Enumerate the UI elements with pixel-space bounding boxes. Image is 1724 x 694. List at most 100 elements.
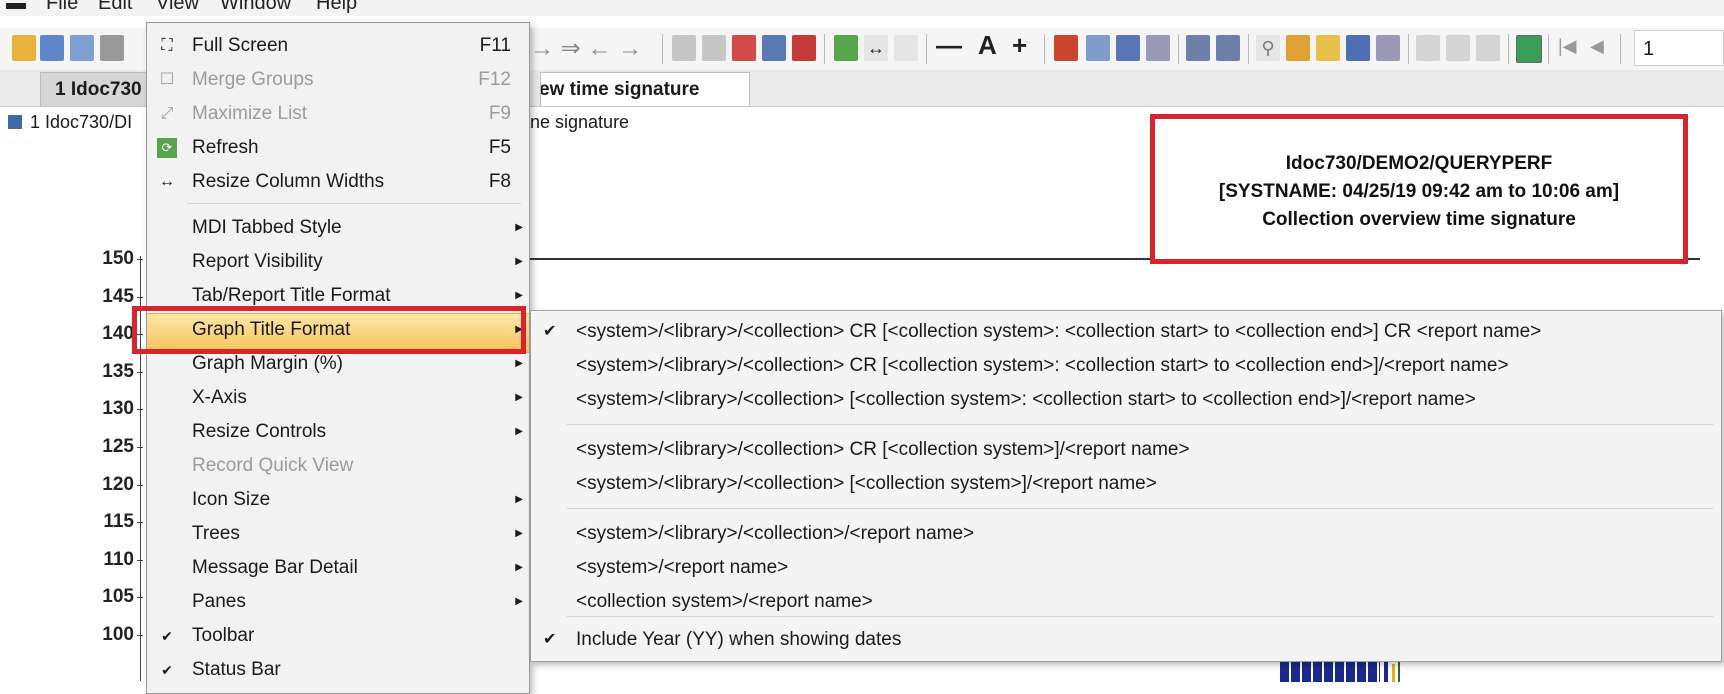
menu-item-status-bar[interactable]: ✔ Status Bar (147, 653, 529, 687)
menu-item-record-quick-view[interactable]: Record Quick View (147, 449, 529, 483)
list-icon[interactable] (1086, 35, 1110, 61)
sql-icon[interactable] (1054, 35, 1078, 61)
report-icon[interactable] (70, 35, 94, 61)
minus-icon[interactable]: — (936, 30, 962, 61)
menu-item-label: Refresh (192, 137, 259, 158)
submenu-separator (567, 424, 1713, 425)
submenu-arrow-icon: ▶ (515, 596, 523, 607)
menu-edit[interactable]: Edit (98, 0, 132, 15)
graph-title-box: Idoc730/DEMO2/QUERYPERF [SYSTNAME: 04/25… (1150, 114, 1688, 264)
menu-item-message-bar-detail[interactable]: Message Bar Detail ▶ (147, 551, 529, 585)
menu-item-panes[interactable]: Panes ▶ (147, 585, 529, 619)
menu-file[interactable]: File (46, 0, 78, 15)
submenu-item-title-format[interactable]: <collection system>/<report name> (531, 585, 1721, 619)
submenu-item-include-year[interactable]: ✔ Include Year (YY) when showing dates (531, 623, 1721, 657)
submenu-item-title-format[interactable]: <system>/<library>/<collection> CR [<col… (531, 349, 1721, 383)
submenu-item-title-format[interactable]: <system>/<library>/<collection> [<collec… (531, 467, 1721, 501)
menu-item-label: Resize Column Widths (192, 171, 385, 192)
table-rows-icon[interactable] (762, 35, 786, 61)
submenu-item-title-format[interactable]: ✔ <system>/<library>/<collection> CR [<co… (531, 315, 1721, 349)
table-icon[interactable] (672, 35, 696, 61)
submenu-arrow-icon: ▶ (515, 426, 523, 437)
maximize-icon: ⤢ (160, 105, 174, 122)
page-number-input[interactable]: 1 (1634, 30, 1724, 66)
menu-view[interactable]: View (156, 0, 199, 15)
menu-item-shortcut: F12 (478, 69, 511, 90)
menu-item-mdi-tabbed-style[interactable]: MDI Tabbed Style ▶ (147, 211, 529, 245)
submenu-arrow-icon: ▶ (515, 528, 523, 539)
font-size-icon[interactable]: A (978, 30, 997, 61)
chart-settings-icon[interactable] (1376, 35, 1400, 61)
tab-report-1-label: 1 Idoc730 (55, 79, 142, 100)
menu-item-toolbar[interactable]: ✔ Toolbar (147, 619, 529, 653)
menu-item-shortcut: F8 (488, 171, 511, 192)
clock-icon[interactable] (894, 35, 918, 61)
submenu-item-label: <system>/<library>/<collection>/<report … (576, 523, 975, 544)
refresh-toolbar-icon[interactable] (834, 35, 858, 61)
menu-window[interactable]: Window (220, 0, 291, 15)
menu-item-x-axis[interactable]: X-Axis ▶ (147, 381, 529, 415)
plus-icon[interactable]: + (1012, 30, 1027, 61)
menu-item-label: Report Visibility (192, 251, 323, 272)
menu-item-maximize-list[interactable]: ⤢ Maximize List F9 (147, 97, 529, 131)
tab-report-active[interactable]: ew time signature ✕ (540, 72, 750, 106)
chart-blue-icon[interactable] (1346, 35, 1370, 61)
scale-icon[interactable] (1476, 35, 1500, 61)
tab-report-1[interactable]: 1 Idoc730 (40, 72, 148, 106)
chart-orange-icon[interactable] (1286, 35, 1310, 61)
menu-item-merge-groups[interactable]: ☐ Merge Groups F12 (147, 63, 529, 97)
y-tick-label: 140 (102, 323, 134, 345)
bar-left-icon[interactable] (1186, 35, 1210, 61)
y-tick-label: 100 (102, 624, 134, 645)
y-tick-label: 150 (102, 248, 134, 269)
menu-item-refresh[interactable]: ⟳ Refresh F5 (147, 131, 529, 165)
fullscreen-icon: ⛶ (161, 37, 173, 54)
prev-page-icon[interactable]: ◀ (1590, 36, 1604, 57)
menu-item-icon-size[interactable]: Icon Size ▶ (147, 483, 529, 517)
table-red-icon[interactable] (792, 35, 816, 61)
chart-bars (1280, 660, 1400, 682)
tab-report-active-label: ew time signature (540, 79, 700, 100)
y-tick-label: 105 (102, 586, 134, 608)
submenu-item-title-format[interactable]: <system>/<library>/<collection>/<report … (531, 517, 1721, 551)
menu-item-resize-controls[interactable]: Resize Controls ▶ (147, 415, 529, 449)
first-page-icon[interactable]: |◀ (1558, 36, 1577, 57)
grid-icon[interactable] (1116, 35, 1140, 61)
resize-columns-icon: ↔ (159, 173, 175, 190)
tools-icon[interactable] (1446, 35, 1470, 61)
y-tick-label: 115 (103, 511, 134, 533)
table2-icon[interactable] (702, 35, 726, 61)
print-icon[interactable] (1416, 35, 1440, 61)
submenu-item-title-format[interactable]: <system>/<library>/<collection> [<collec… (531, 383, 1721, 417)
graph-title-format-submenu: ✔ <system>/<library>/<collection> CR [<co… (530, 310, 1722, 662)
y-tick-label: 130 (102, 398, 134, 420)
nav-arrows-icon[interactable]: → ⇒ ← → (530, 34, 642, 63)
menu-item-label: Icon Size (192, 489, 271, 510)
menu-item-full-screen[interactable]: ⛶ Full Screen F11 (147, 29, 529, 63)
chart-yellow-icon[interactable] (1316, 35, 1340, 61)
y-tick-label: 135 (102, 360, 134, 382)
y-tick-label: 125 (102, 436, 134, 457)
menu-item-label: Resize Controls (192, 421, 327, 442)
menu-help[interactable]: Help (316, 0, 357, 15)
menu-item-resize-column-widths[interactable]: ↔ Resize Column Widths F8 (147, 165, 529, 199)
resize-columns-toolbar-icon[interactable]: ↔ (864, 35, 888, 61)
menu-item-label: Trees (192, 523, 240, 544)
bar-right-icon[interactable] (1216, 35, 1240, 61)
settings-chart-icon[interactable] (1146, 35, 1170, 61)
menu-item-label: MDI Tabbed Style (192, 217, 342, 238)
save-icon[interactable] (40, 35, 64, 61)
submenu-item-title-format[interactable]: <system>/<report name> (531, 551, 1721, 585)
table-x-icon[interactable] (732, 35, 756, 61)
menu-item-shortcut: F5 (488, 137, 511, 158)
zoom-icon[interactable]: ⚲ (1256, 35, 1280, 61)
y-tick-label: 120 (102, 473, 134, 495)
graph-title-line2: [SYSTNAME: 04/25/19 09:42 am to 10:06 am… (1218, 181, 1620, 202)
wrench-icon[interactable] (100, 35, 124, 61)
app-icon: ▬ (6, 0, 26, 14)
menu-item-trees[interactable]: Trees ▶ (147, 517, 529, 551)
color-chart-icon[interactable] (1516, 35, 1542, 63)
menu-item-report-visibility[interactable]: Report Visibility ▶ (147, 245, 529, 279)
chart-wizard-icon[interactable] (12, 35, 36, 61)
submenu-item-title-format[interactable]: <system>/<library>/<collection> CR [<col… (531, 433, 1721, 467)
